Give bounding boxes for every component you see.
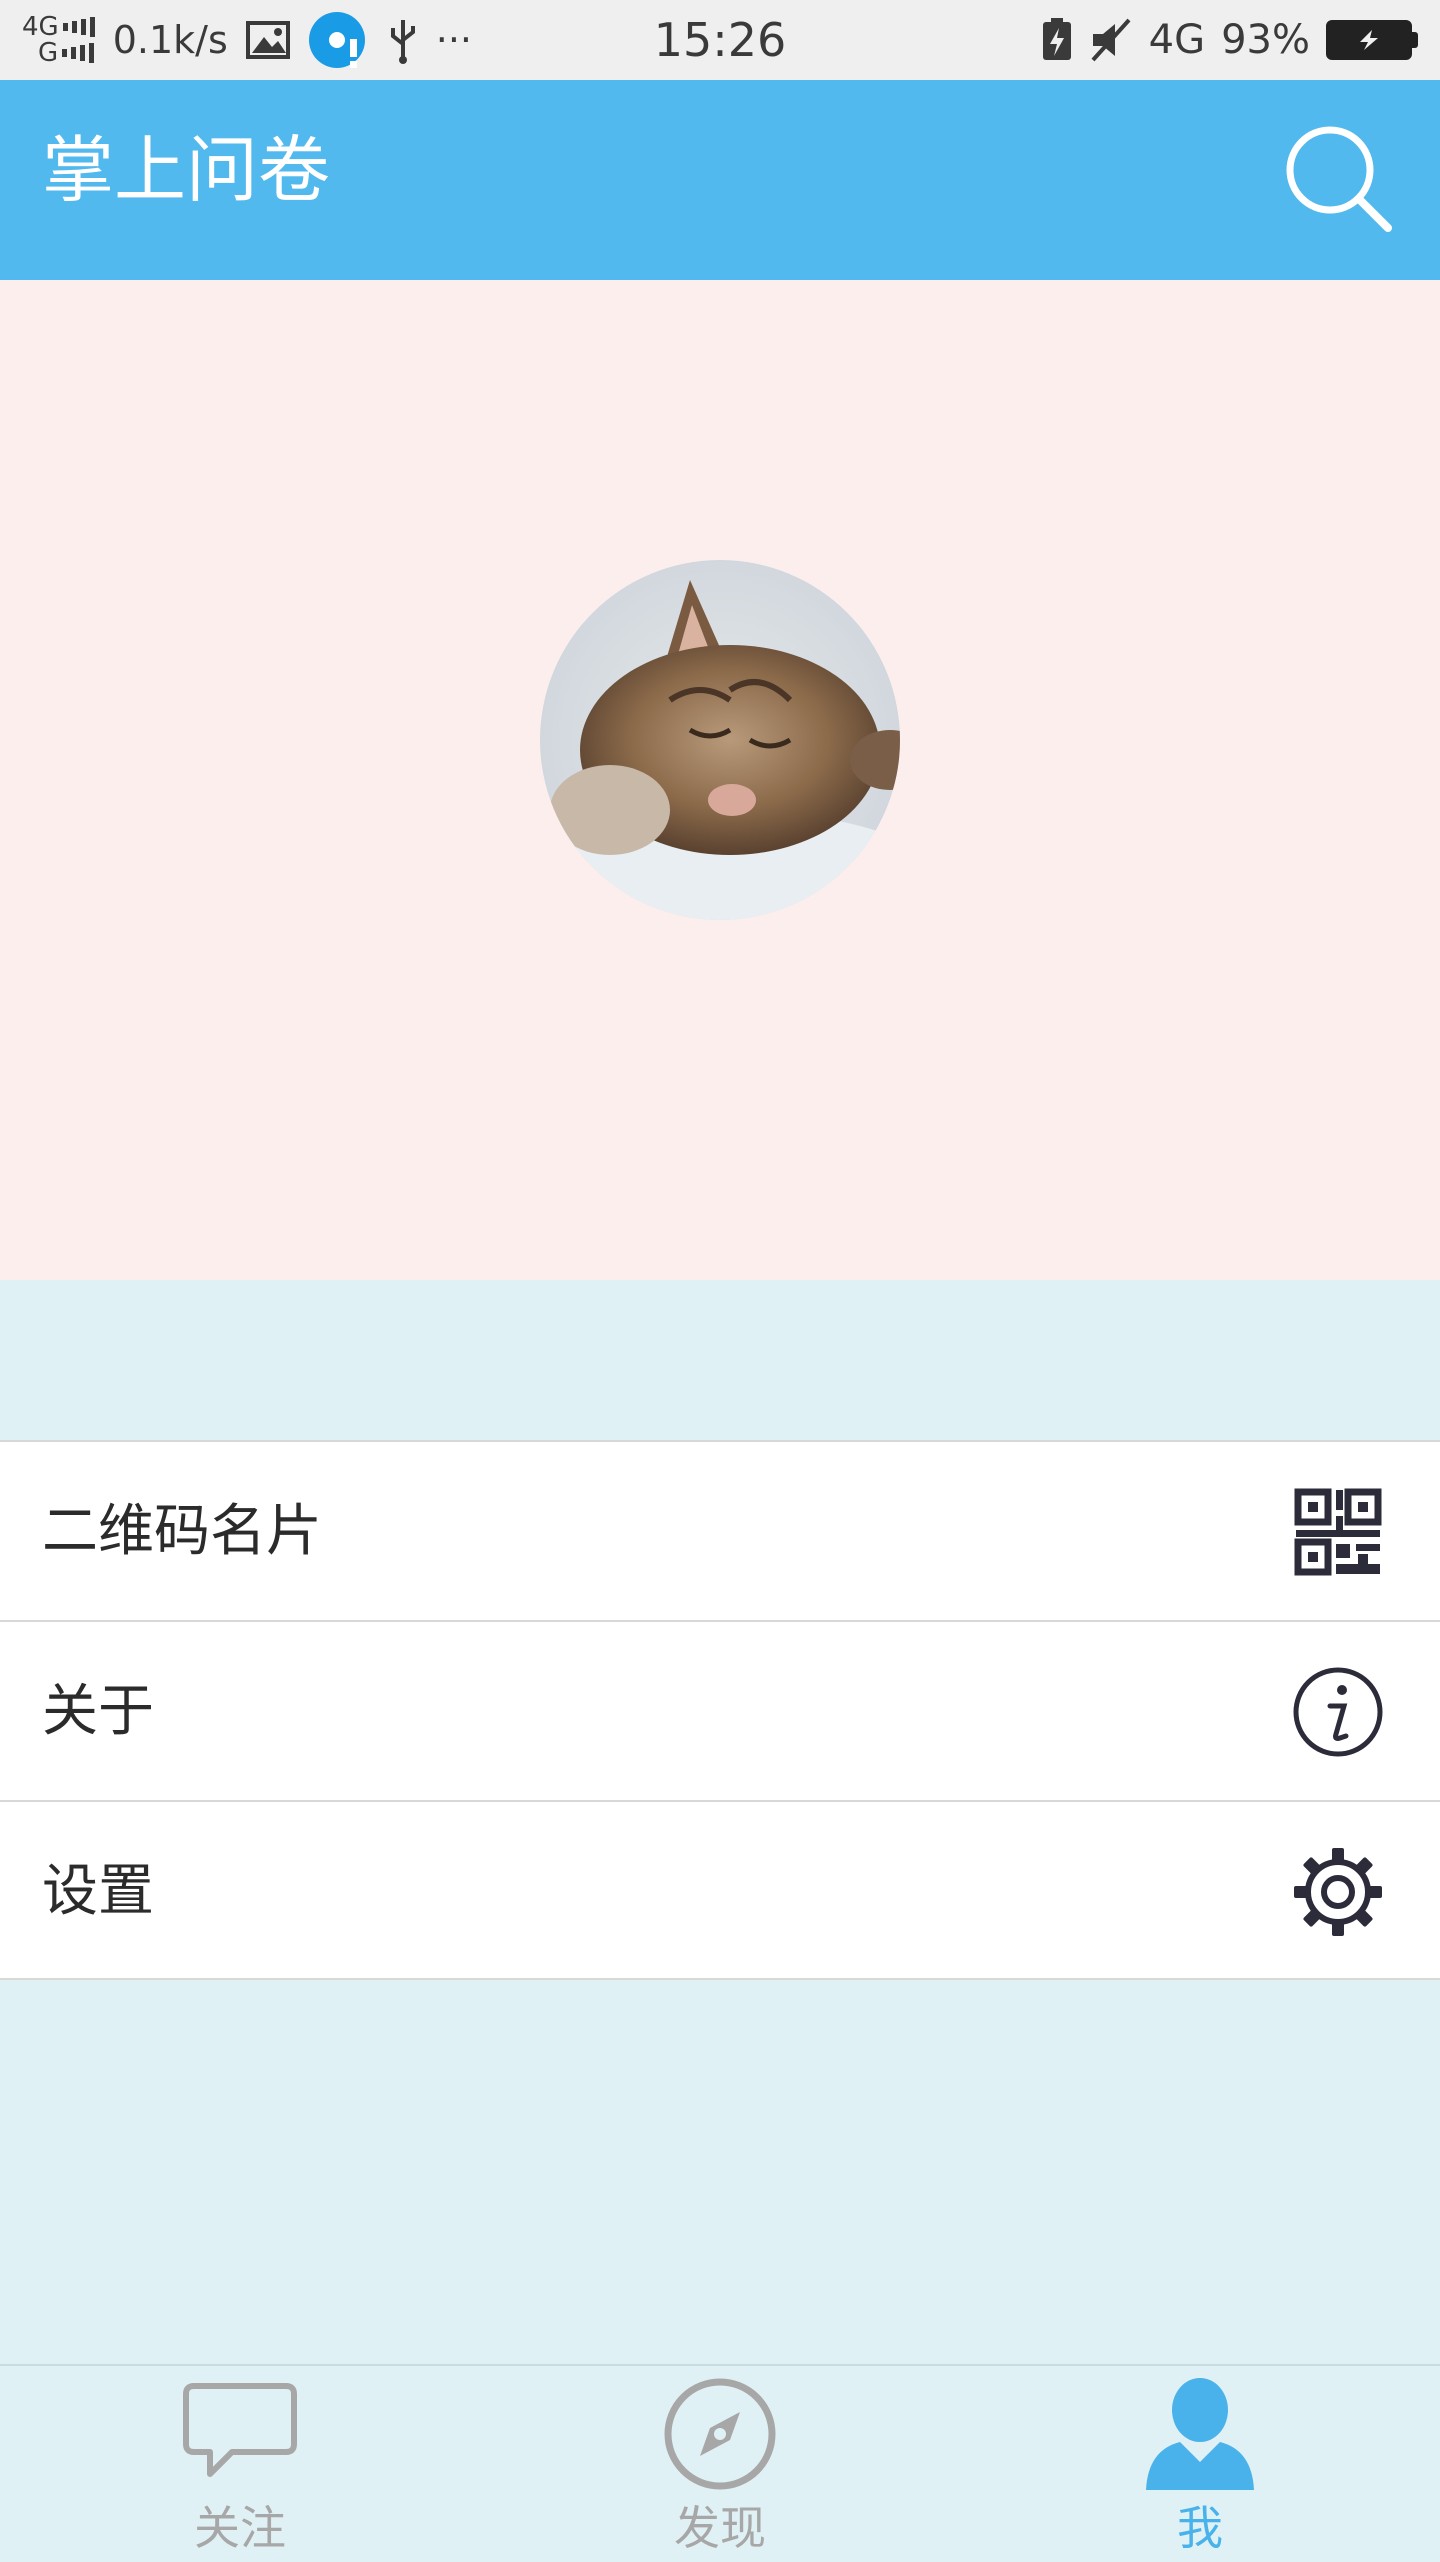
network-type-bottom: G [38, 38, 59, 68]
tab-follow[interactable]: 关注 [0, 2366, 480, 2562]
usb-icon [390, 20, 415, 64]
app-notification-icon [308, 12, 365, 68]
tab-label: 我 [1177, 2501, 1223, 2555]
status-right-group: 4G 93% [1041, 0, 1418, 80]
app-bar: 掌上问卷 [0, 80, 1440, 280]
tab-discover[interactable]: 发现 [480, 2366, 960, 2562]
menu-item-label: 设置 [42, 1859, 154, 1924]
signal-indicator: 4G G [22, 14, 95, 66]
app-title: 掌上问卷 [42, 128, 331, 212]
tab-label: 发现 [674, 2501, 766, 2555]
info-icon [1293, 1667, 1383, 1757]
status-left-group: 4G G 0.1k/s ··· [22, 0, 472, 80]
menu-item-label: 关于 [42, 1679, 154, 1744]
gear-icon [1294, 1848, 1382, 1936]
network-type-right: 4G [1148, 17, 1206, 63]
network-speed: 0.1k/s [112, 18, 228, 62]
menu-item-about[interactable]: 关于 [0, 1620, 1440, 1800]
settings-menu: 二维码名片 关于 设置 [0, 1440, 1440, 1980]
menu-item-label: 二维码名片 [42, 1499, 322, 1564]
battery-icon [1326, 20, 1418, 60]
tab-me[interactable]: 我 [960, 2366, 1440, 2562]
avatar[interactable] [540, 560, 900, 920]
network-type-top: 4G [22, 12, 59, 42]
person-icon [1146, 2378, 1254, 2490]
profile-header [0, 280, 1440, 1280]
signal-bars-icon [62, 16, 95, 38]
battery-saver-icon [1042, 18, 1071, 60]
menu-item-settings[interactable]: 设置 [0, 1800, 1440, 1980]
more-notifications-icon: ··· [435, 18, 472, 62]
chat-bubble-icon [183, 2383, 297, 2477]
kitten-avatar-image [540, 560, 900, 920]
tab-label: 关注 [194, 2501, 286, 2555]
image-notification-icon [245, 21, 290, 59]
battery-percent: 93% [1221, 17, 1310, 63]
qr-code-icon [1294, 1488, 1382, 1576]
status-bar: 4G G 0.1k/s ··· 15:26 4G 93% [0, 0, 1440, 80]
mute-icon [1091, 18, 1131, 62]
menu-item-qr-card[interactable]: 二维码名片 [0, 1440, 1440, 1620]
search-icon[interactable] [1284, 124, 1394, 234]
bottom-navigation: 关注 发现 我 [0, 2364, 1440, 2562]
signal-bars-icon [62, 42, 95, 64]
compass-icon [664, 2378, 776, 2490]
